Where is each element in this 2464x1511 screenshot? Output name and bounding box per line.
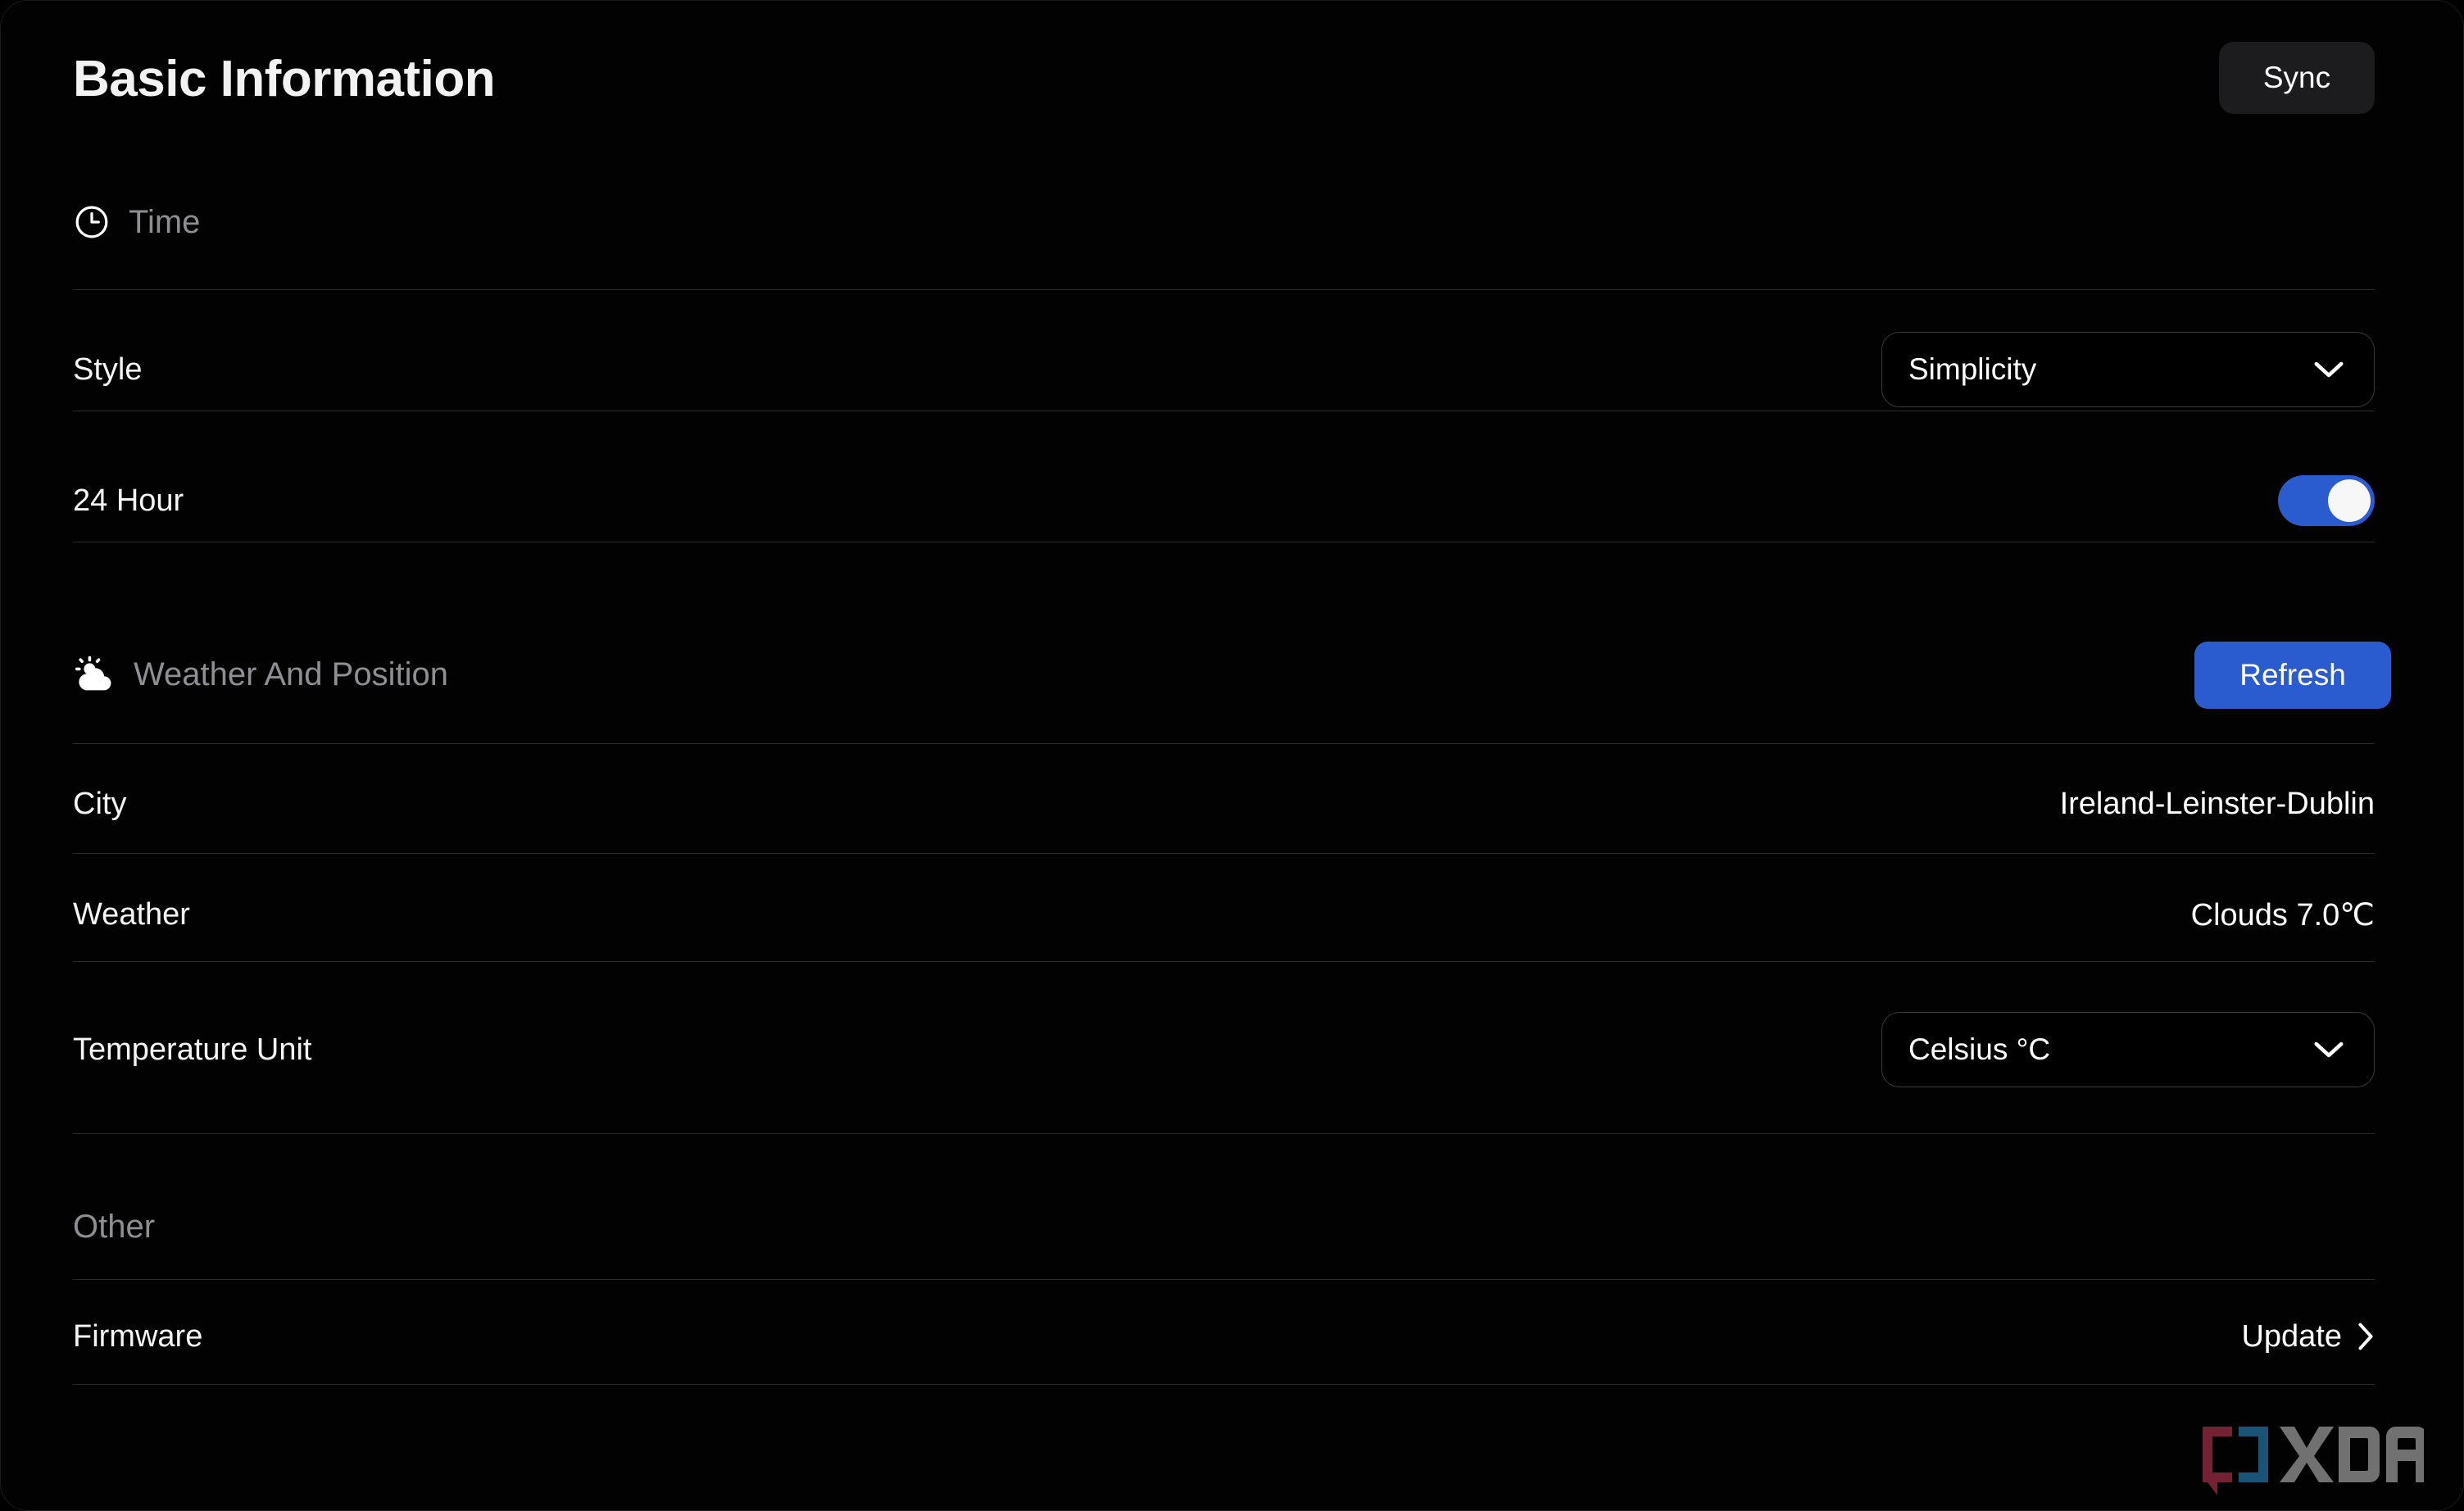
24-hour-toggle[interactable] (2278, 475, 2375, 526)
row-label-temperature-unit: Temperature Unit (73, 1032, 312, 1067)
style-dropdown[interactable]: Simplicity (1881, 332, 2375, 407)
firmware-update-label: Update (2241, 1318, 2342, 1354)
section-header-weather: Weather And Position (73, 648, 448, 701)
divider (73, 961, 2375, 962)
refresh-button[interactable]: Refresh (2194, 642, 2391, 709)
section-label-weather: Weather And Position (134, 656, 448, 692)
row-city: City Ireland-Leinster-Dublin (73, 763, 2375, 845)
page-title: Basic Information (73, 51, 496, 107)
divider (73, 1279, 2375, 1280)
row-label-firmware: Firmware (73, 1318, 203, 1354)
divider (73, 289, 2375, 290)
chevron-right-icon (2357, 1322, 2375, 1351)
chevron-down-icon (2313, 360, 2344, 379)
row-temperature-unit: Temperature Unit Celsius °C (73, 1009, 2375, 1091)
row-firmware: Firmware Update (73, 1295, 2375, 1377)
row-value-city: Ireland-Leinster-Dublin (2059, 786, 2375, 821)
section-header-other: Other (73, 1200, 155, 1253)
section-label-other: Other (73, 1208, 156, 1245)
row-weather: Weather Clouds 7.0℃ (73, 873, 2375, 955)
temperature-unit-dropdown-value: Celsius °C (1908, 1032, 2051, 1066)
partly-cloudy-icon (73, 656, 116, 693)
row-24-hour: 24 Hour (73, 460, 2375, 542)
row-style: Style Simplicity (73, 329, 2375, 411)
xda-watermark (2170, 1413, 2427, 1499)
toggle-knob (2328, 479, 2371, 522)
divider (73, 743, 2375, 744)
row-value-weather: Clouds 7.0℃ (2190, 897, 2375, 932)
section-label-time: Time (129, 203, 201, 240)
settings-screen: Basic Information Sync Time Style Simpli… (0, 0, 2464, 1511)
style-dropdown-value: Simplicity (1908, 352, 2037, 386)
section-header-time: Time (73, 196, 200, 248)
divider (73, 853, 2375, 854)
firmware-update-link[interactable]: Update (2241, 1319, 2375, 1354)
clock-icon (73, 203, 111, 241)
row-label-24-hour: 24 Hour (73, 483, 184, 518)
header: Basic Information Sync (73, 42, 2375, 120)
divider (73, 1384, 2375, 1385)
row-label-weather: Weather (73, 896, 190, 932)
chevron-down-icon (2313, 1040, 2344, 1060)
sync-button[interactable]: Sync (2219, 42, 2375, 114)
row-label-style: Style (73, 352, 143, 387)
temperature-unit-dropdown[interactable]: Celsius °C (1881, 1012, 2375, 1087)
divider (73, 1133, 2375, 1134)
row-label-city: City (73, 786, 127, 821)
